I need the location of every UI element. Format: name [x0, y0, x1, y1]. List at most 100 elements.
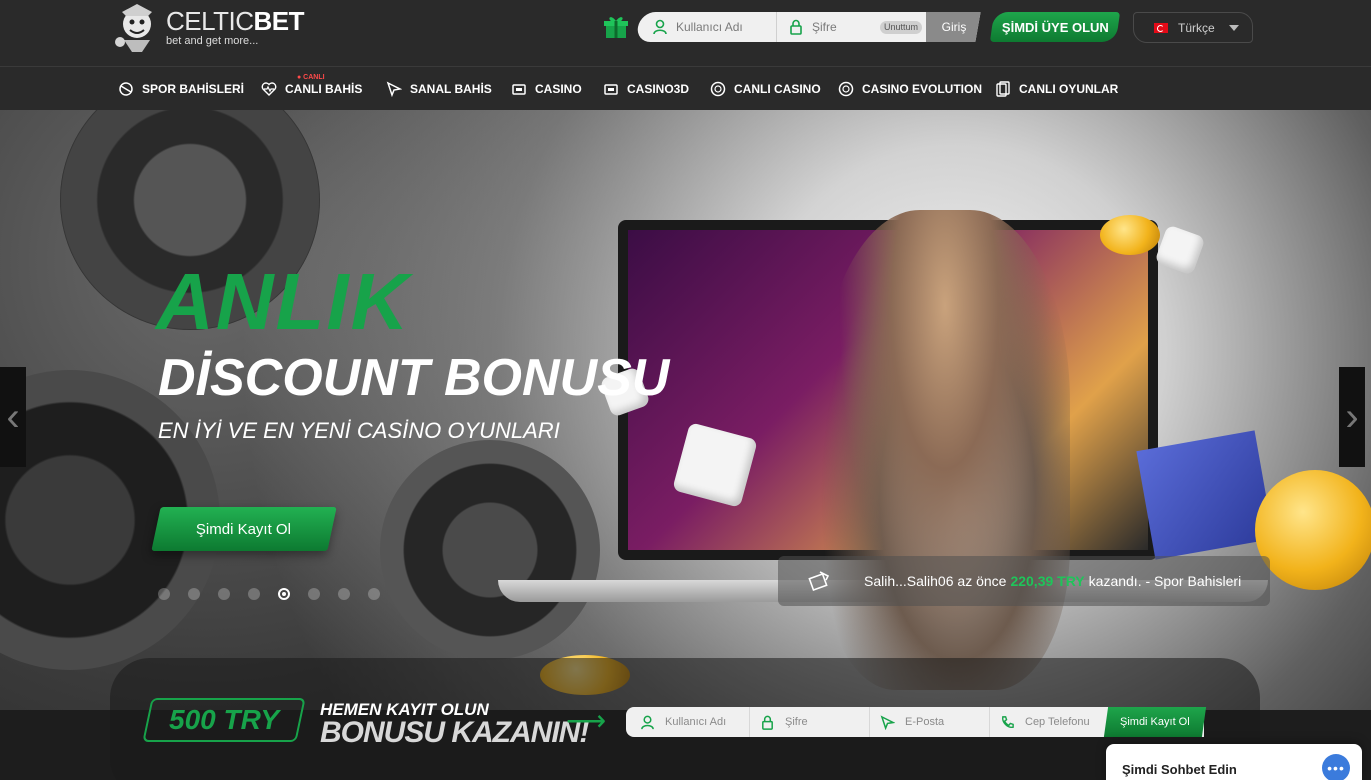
nav-item-spor-bahisleri[interactable]: SPOR BAHİSLERİ [118, 67, 244, 111]
slider-dot[interactable] [308, 588, 320, 600]
field-divider [869, 707, 870, 737]
chip-icon [710, 81, 726, 97]
sports-icon [119, 82, 133, 96]
gift-box-art [1136, 430, 1274, 560]
field-divider [776, 12, 777, 42]
chat-bubble-icon[interactable]: ••• [1322, 754, 1350, 780]
ticket-icon [808, 571, 830, 592]
slider-dot[interactable] [188, 588, 200, 600]
hero-register-button[interactable]: Şimdi Kayıt Ol [151, 507, 337, 551]
chevron-right-icon: › [1345, 394, 1359, 439]
user-icon [641, 715, 654, 729]
slider-dot[interactable] [338, 588, 350, 600]
bonus-amount-badge: 500 TRY [142, 698, 306, 742]
login-form: Kullanıcı Adı Şifre Unuttum Giriş [635, 12, 981, 42]
slider-prev-button[interactable]: ‹ [0, 367, 26, 467]
nav-label: SPOR BAHİSLERİ [142, 82, 245, 96]
hero-cta-label: Şimdi Kayıt Ol [196, 520, 292, 538]
hero-title-line1: ANLIK [156, 257, 411, 346]
slider-next-button[interactable]: › [1339, 367, 1365, 467]
lock-icon [790, 19, 802, 35]
live-chat-widget[interactable]: Şimdi Sohbet Edin ••• [1106, 744, 1362, 780]
slider-dot[interactable] [218, 588, 230, 600]
slider-dots [158, 588, 380, 600]
gold-coin-art [1100, 215, 1160, 255]
register-password-placeholder: Şifre [785, 716, 808, 728]
nav-label: CANLI BAHİS [285, 82, 363, 96]
register-submit-button[interactable]: Şimdi Kayıt Ol [1103, 707, 1207, 737]
slider-dot-active[interactable] [278, 588, 290, 600]
mascot-icon [115, 4, 152, 52]
forgot-password-link[interactable]: Unuttum [880, 21, 923, 34]
logo-tagline: bet and get more... [166, 35, 259, 47]
field-divider [749, 707, 750, 737]
header: CELTICBET bet and get more... Kullanıcı … [0, 0, 1371, 66]
register-subheadline: BONUSU KAZANIN! [320, 716, 589, 749]
register-username-field[interactable]: Kullanıcı Adı [640, 707, 760, 737]
nav-item-canli-casino[interactable]: CANLI CASINO [710, 67, 821, 111]
gift-icon[interactable] [603, 14, 629, 40]
nav-item-canli-bahis[interactable]: CANLI BAHİS [261, 67, 362, 111]
login-button[interactable]: Giriş [926, 12, 981, 42]
cursor-icon [386, 81, 402, 97]
chat-label: Şimdi Sohbet Edin [1122, 762, 1237, 777]
slider-dot[interactable] [368, 588, 380, 600]
hero-title-line2: DİSCOUNT BONUSU [158, 349, 670, 407]
language-selector[interactable]: Türkçe [1133, 12, 1253, 43]
nav-label: CASINO3D [627, 82, 690, 96]
user-icon [653, 19, 667, 35]
register-email-placeholder: E-Posta [905, 716, 945, 728]
nav-label: CASINO EVOLUTION [862, 82, 983, 96]
logo-wordmark: CELTICBET [166, 6, 305, 36]
nav-item-canli-oyunlar[interactable]: CANLI OYUNLAR [995, 67, 1118, 111]
bonus-amount: 500 TRY [169, 704, 279, 735]
chip-icon [838, 81, 854, 97]
signup-button[interactable]: ŞİMDİ ÜYE OLUN [989, 12, 1121, 42]
arrow-right-icon: ⟶ [566, 705, 607, 736]
ticker-time: az önce [957, 573, 1007, 589]
page: CELTICBET bet and get more... Kullanıcı … [0, 0, 1371, 780]
hero-slider: ANLIK DİSCOUNT BONUSU EN İYİ VE EN YENİ … [0, 110, 1371, 710]
register-form: Kullanıcı Adı Şifre E-Posta Cep Telefonu… [626, 707, 1207, 737]
password-placeholder: Şifre [812, 20, 837, 34]
cards-icon [996, 81, 1010, 97]
register-password-field[interactable]: Şifre [760, 707, 870, 737]
username-placeholder: Kullanıcı Adı [676, 20, 743, 34]
register-email-field[interactable]: E-Posta [880, 707, 990, 737]
hero-subtitle: EN İYİ VE EN YENİ CASİNO OYUNLARI [158, 418, 560, 443]
gold-coin-art [1255, 470, 1371, 590]
slider-dot[interactable] [248, 588, 260, 600]
nav-label: SANAL BAHİS [410, 82, 492, 96]
nav-item-casino3d[interactable]: CASINO3D [603, 67, 689, 111]
field-divider [989, 707, 990, 737]
heartbeat-icon [261, 82, 277, 96]
signup-label: ŞİMDİ ÜYE OLUN [1001, 19, 1109, 35]
nav-label: CANLI CASINO [734, 82, 821, 96]
nav-item-sanal-bahis[interactable]: SANAL BAHİS [386, 67, 492, 111]
phone-icon [1002, 715, 1014, 728]
celticbet-logo[interactable]: CELTICBET bet and get more... [112, 2, 322, 54]
register-submit-label: Şimdi Kayıt Ol [1120, 716, 1190, 728]
promo-model-art [820, 210, 1070, 690]
chevron-left-icon: ‹ [6, 394, 20, 439]
ticker-amount: 220,39 TRY [1010, 573, 1085, 589]
nav-label: CASINO [535, 82, 582, 96]
username-field[interactable]: Kullanıcı Adı [652, 12, 772, 42]
slider-dot[interactable] [158, 588, 170, 600]
turkey-flag-icon [1154, 22, 1168, 33]
slot-icon [512, 84, 526, 95]
nav-item-casino[interactable]: CASINO [511, 67, 582, 111]
ticker-user: Salih...Salih06 [864, 573, 954, 589]
nav-label: CANLI OYUNLAR [1019, 82, 1119, 96]
register-username-placeholder: Kullanıcı Adı [665, 716, 727, 728]
register-phone-placeholder: Cep Telefonu [1025, 716, 1090, 728]
chevron-down-icon [1228, 24, 1239, 31]
slot-icon [604, 84, 618, 95]
decor-poker-chip [380, 440, 600, 660]
cursor-icon [880, 714, 895, 730]
lock-icon [762, 715, 773, 730]
language-label: Türkçe [1178, 20, 1215, 35]
nav-item-casino-evolution[interactable]: CASINO EVOLUTION [838, 67, 982, 111]
register-phone-field[interactable]: Cep Telefonu [1000, 707, 1106, 737]
dice-art [1154, 224, 1206, 276]
